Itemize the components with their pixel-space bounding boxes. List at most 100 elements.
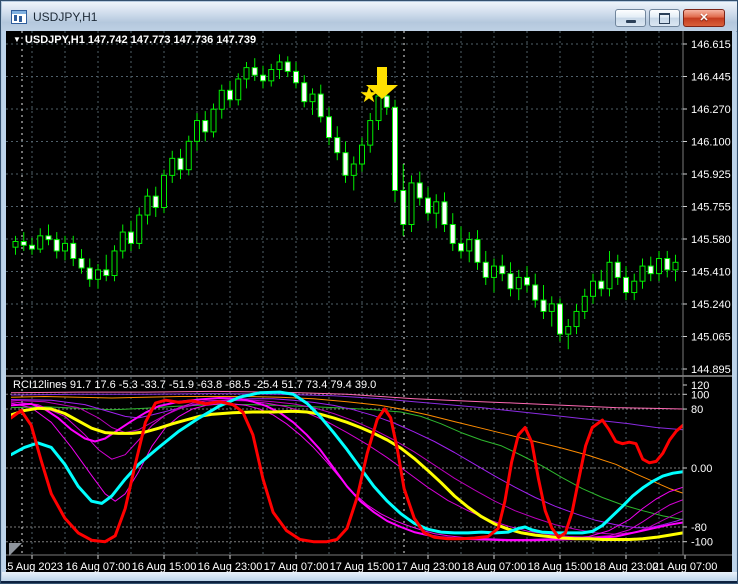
candle-body (615, 262, 620, 277)
candle-body (673, 262, 678, 270)
candle-body (574, 311, 579, 326)
minimize-button[interactable] (615, 9, 646, 27)
candle-body (533, 285, 538, 300)
candle-body (483, 262, 488, 277)
svg-text:146.100: 146.100 (691, 137, 731, 149)
candle-body (459, 243, 464, 251)
close-button[interactable]: ✕ (683, 9, 725, 27)
candle-body (96, 270, 101, 279)
candle-body (450, 224, 455, 243)
candle-body (252, 68, 257, 76)
candle-body (30, 245, 35, 249)
restore-icon (659, 13, 670, 24)
restore-button[interactable] (649, 9, 680, 27)
terminal-window: USDJPY,H1 ✕ ★ 146.615 146.445 146.270 146.10… (0, 0, 738, 584)
grid (6, 31, 683, 554)
candle-body (104, 270, 109, 276)
svg-text:145.240: 145.240 (691, 299, 731, 311)
rci-orange (11, 397, 683, 494)
candle-body (467, 240, 472, 251)
svg-text:-80: -80 (691, 522, 707, 534)
candle-body (63, 243, 68, 251)
candle-body (145, 196, 150, 215)
candle-body (236, 79, 241, 100)
candle-body (87, 268, 92, 279)
svg-text:15 Aug 2023: 15 Aug 2023 (6, 561, 63, 572)
chart-window-icon (11, 10, 27, 24)
candle-body (368, 121, 373, 146)
candle-body (21, 242, 26, 246)
chart-ohlc-text: USDJPY,H1 147.742 147.773 147.736 147.73… (25, 34, 256, 46)
svg-text:16 Aug 23:00: 16 Aug 23:00 (198, 561, 263, 572)
signal-annotations: ★ (359, 67, 398, 107)
svg-text:80: 80 (691, 404, 703, 416)
candle-body (591, 281, 596, 296)
svg-text:16 Aug 07:00: 16 Aug 07:00 (66, 561, 131, 572)
candle-body (261, 75, 266, 81)
candle-body (417, 183, 422, 198)
candle-body (13, 242, 18, 248)
svg-text:17 Aug 23:00: 17 Aug 23:00 (396, 561, 461, 572)
candle-body (327, 117, 332, 138)
window-frame-left (2, 31, 6, 572)
candle-body (657, 259, 662, 274)
candle-body (582, 296, 587, 311)
pane-divider[interactable] (6, 375, 734, 377)
titlebar[interactable]: USDJPY,H1 ✕ (2, 2, 738, 32)
candle-body (277, 62, 282, 70)
chart-info-label: ▼ USDJPY,H1 147.742 147.773 147.736 147.7… (13, 34, 256, 46)
candle-body (351, 164, 356, 175)
candle-body (335, 138, 340, 153)
candle-body (178, 158, 183, 169)
candle-body (558, 304, 563, 334)
candle-body (409, 183, 414, 225)
candle-body (195, 121, 200, 142)
chart-client-area: ★ 146.615 146.445 146.270 146.100 145.925 145.… (6, 31, 734, 572)
candles[interactable] (13, 54, 678, 349)
candle-body (632, 281, 637, 292)
svg-text:-100: -100 (691, 537, 713, 549)
svg-text:17 Aug 07:00: 17 Aug 07:00 (264, 561, 329, 572)
rci-blueviolet (11, 394, 683, 430)
svg-text:100: 100 (691, 389, 709, 401)
svg-text:17 Aug 15:00: 17 Aug 15:00 (330, 561, 395, 572)
candle-body (120, 232, 125, 251)
svg-text:146.270: 146.270 (691, 104, 731, 116)
window-frame-bottom (2, 572, 738, 581)
svg-text:145.065: 145.065 (691, 332, 731, 344)
candle-body (112, 251, 117, 276)
candle-body (162, 175, 167, 207)
candle-body (211, 109, 216, 132)
candle-body (38, 236, 43, 249)
candle-body (137, 215, 142, 243)
candle-body (170, 158, 175, 175)
candle-body (541, 300, 546, 311)
svg-text:145.410: 145.410 (691, 267, 731, 279)
candle-body (525, 277, 530, 285)
candle-body (426, 198, 431, 213)
candle-body (475, 240, 480, 263)
candle-body (302, 83, 307, 102)
svg-text:18 Aug 15:00: 18 Aug 15:00 (528, 561, 593, 572)
pane-resize-grip-icon[interactable] (9, 543, 22, 556)
star-icon[interactable]: ★ (359, 82, 379, 107)
candle-body (434, 202, 439, 213)
svg-text:146.445: 146.445 (691, 72, 731, 84)
close-icon: ✕ (699, 13, 708, 24)
minimize-icon (626, 20, 636, 23)
svg-text:146.615: 146.615 (691, 39, 731, 51)
svg-text:18 Aug 23:00: 18 Aug 23:00 (594, 561, 659, 572)
time-axis: 15 Aug 202316 Aug 07:0016 Aug 15:0016 Au… (6, 555, 717, 572)
candle-body (79, 259, 84, 268)
candle-body (46, 236, 51, 240)
candle-body (310, 94, 315, 102)
candle-body (269, 70, 274, 81)
candle-body (442, 202, 447, 225)
svg-text:145.925: 145.925 (691, 169, 731, 181)
candle-body (500, 266, 505, 274)
candle-body (384, 96, 389, 107)
chart-dropdown-icon[interactable]: ▼ (13, 35, 21, 44)
candle-body (54, 240, 59, 251)
chart-canvas[interactable]: ★ 146.615 146.445 146.270 146.100 145.925 145.… (6, 31, 734, 572)
window-frame-right (732, 31, 736, 572)
